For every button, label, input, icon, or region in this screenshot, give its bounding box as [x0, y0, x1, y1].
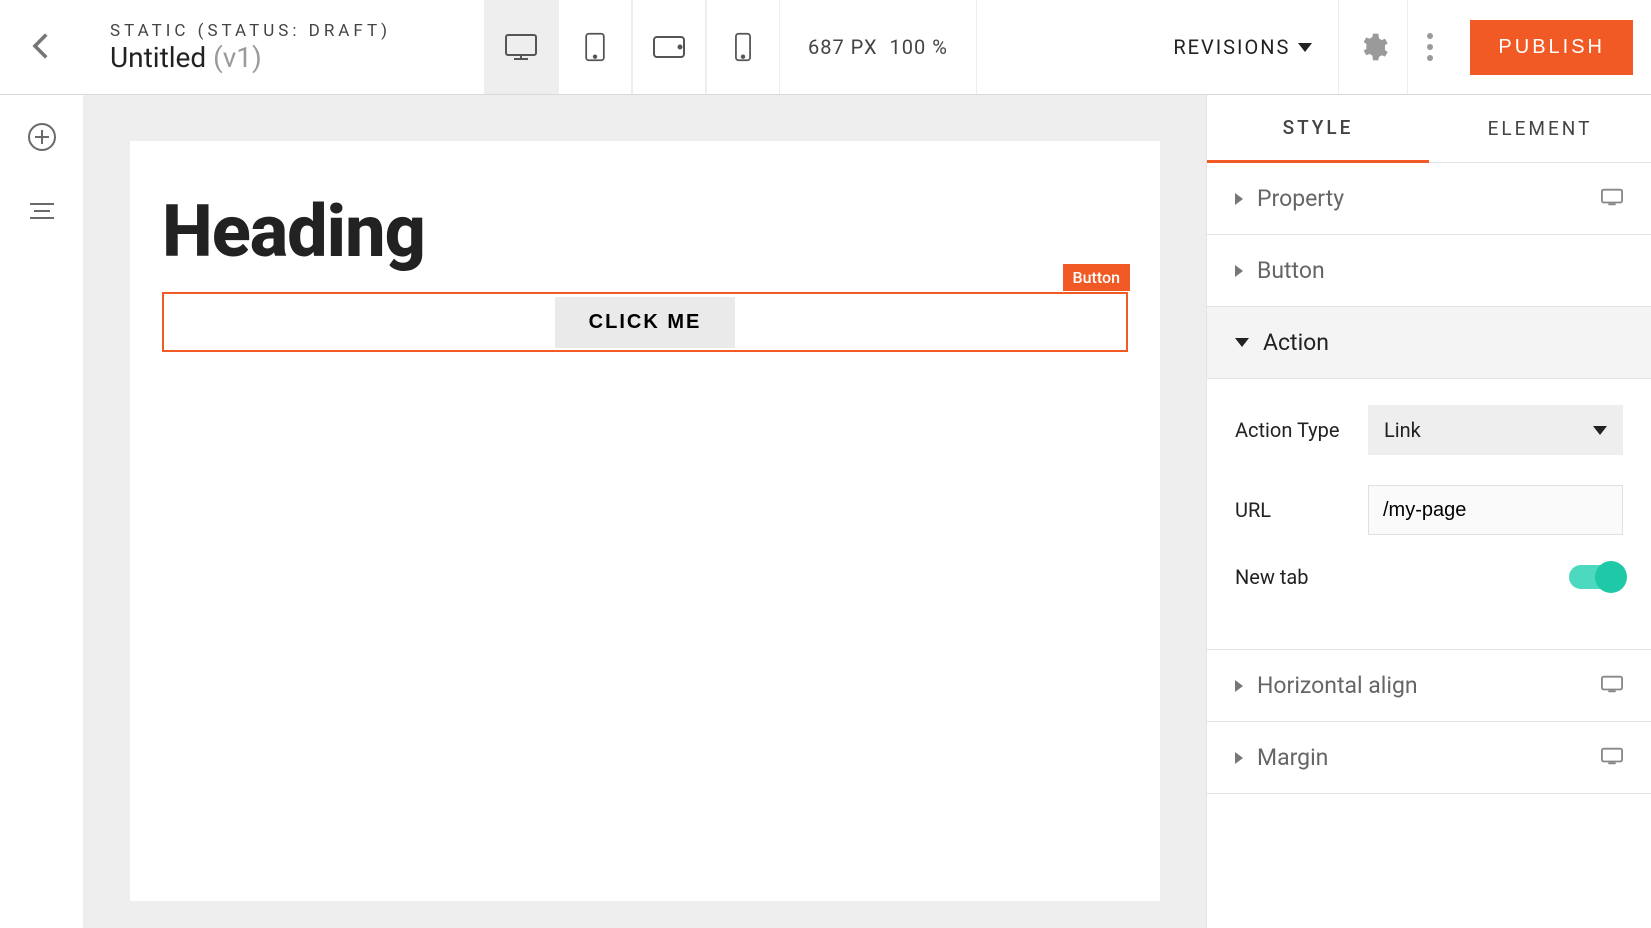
url-label: URL [1235, 498, 1271, 522]
page-status: STATIC (STATUS: DRAFT) [110, 21, 444, 41]
chevron-down-icon [1593, 426, 1607, 435]
back-button[interactable] [25, 29, 59, 66]
url-input[interactable] [1368, 485, 1623, 535]
list-icon [26, 195, 58, 227]
arrow-left-icon [25, 29, 59, 63]
annotation-arrow [1206, 595, 1209, 688]
revisions-label: REVISIONS [1173, 35, 1290, 59]
page-canvas[interactable]: Heading Button CLICK ME [130, 141, 1160, 901]
toggle-knob [1595, 561, 1627, 593]
device-desktop[interactable] [484, 0, 558, 94]
desktop-icon [504, 32, 538, 62]
chevron-down-icon [1235, 338, 1249, 347]
phone-icon [726, 32, 760, 62]
section-label: Property [1257, 185, 1344, 212]
tab-style[interactable]: STYLE [1207, 95, 1429, 163]
chevron-right-icon [1235, 680, 1243, 692]
section-horizontal-align[interactable]: Horizontal align [1207, 650, 1651, 722]
properties-panel: STYLE ELEMENT Property Button Action Act… [1206, 95, 1651, 928]
settings-button[interactable] [1338, 0, 1408, 94]
section-label: Action [1263, 329, 1329, 356]
gear-icon [1357, 31, 1389, 63]
responsive-icon [1601, 185, 1623, 212]
device-tabs [484, 0, 780, 94]
title-version: (v1) [213, 41, 262, 74]
action-type-select[interactable]: Link [1368, 405, 1623, 455]
chevron-right-icon [1235, 752, 1243, 764]
section-property[interactable]: Property [1207, 163, 1651, 235]
new-tab-toggle[interactable] [1569, 565, 1623, 589]
device-tablet-landscape[interactable] [632, 0, 706, 94]
top-bar: STATIC (STATUS: DRAFT) Untitled (v1) 687… [0, 0, 1651, 95]
left-rail [0, 95, 84, 928]
chevron-right-icon [1235, 193, 1243, 205]
width-px: 687 PX [808, 35, 878, 59]
section-label: Margin [1257, 744, 1328, 771]
tablet-portrait-icon [578, 32, 612, 62]
dots-vertical-icon [1426, 30, 1434, 64]
section-label: Button [1257, 257, 1325, 284]
arrow-right-icon [1206, 595, 1209, 645]
canvas-area[interactable]: Heading Button CLICK ME [84, 95, 1206, 928]
publish-button[interactable]: PUBLISH [1470, 20, 1633, 75]
section-action[interactable]: Action [1207, 307, 1651, 379]
chevron-down-icon [1298, 43, 1312, 52]
heading-element[interactable]: Heading [162, 189, 1128, 274]
tab-element[interactable]: ELEMENT [1429, 95, 1651, 163]
action-type-value: Link [1384, 418, 1421, 442]
responsive-icon [1601, 744, 1623, 771]
action-type-label: Action Type [1235, 418, 1339, 442]
canvas-button-element[interactable]: CLICK ME [555, 297, 736, 348]
zoom-pct: 100 % [890, 35, 948, 59]
plus-circle-icon [26, 121, 58, 153]
more-menu[interactable] [1408, 0, 1452, 94]
page-title-block: STATIC (STATUS: DRAFT) Untitled (v1) [84, 0, 444, 94]
section-margin[interactable]: Margin [1207, 722, 1651, 794]
responsive-icon [1601, 672, 1623, 699]
selected-element-wrapper: Button CLICK ME [162, 292, 1128, 352]
chevron-right-icon [1235, 265, 1243, 277]
section-button[interactable]: Button [1207, 235, 1651, 307]
canvas-dimensions: 687 PX 100 % [780, 0, 977, 94]
action-body: Action Type Link URL New tab [1207, 379, 1651, 650]
page-title: Untitled (v1) [110, 41, 444, 74]
panel-tabs: STYLE ELEMENT [1207, 95, 1651, 163]
revisions-dropdown[interactable]: REVISIONS [1147, 0, 1338, 94]
selection-tag: Button [1063, 264, 1130, 291]
outline-button[interactable] [26, 195, 58, 231]
tablet-landscape-icon [652, 32, 686, 62]
device-tablet-portrait[interactable] [558, 0, 632, 94]
title-text: Untitled [110, 41, 206, 74]
new-tab-label: New tab [1235, 565, 1309, 589]
device-phone[interactable] [706, 0, 780, 94]
section-label: Horizontal align [1257, 672, 1418, 699]
selected-button-frame[interactable]: CLICK ME [162, 292, 1128, 352]
add-element-button[interactable] [26, 121, 58, 157]
